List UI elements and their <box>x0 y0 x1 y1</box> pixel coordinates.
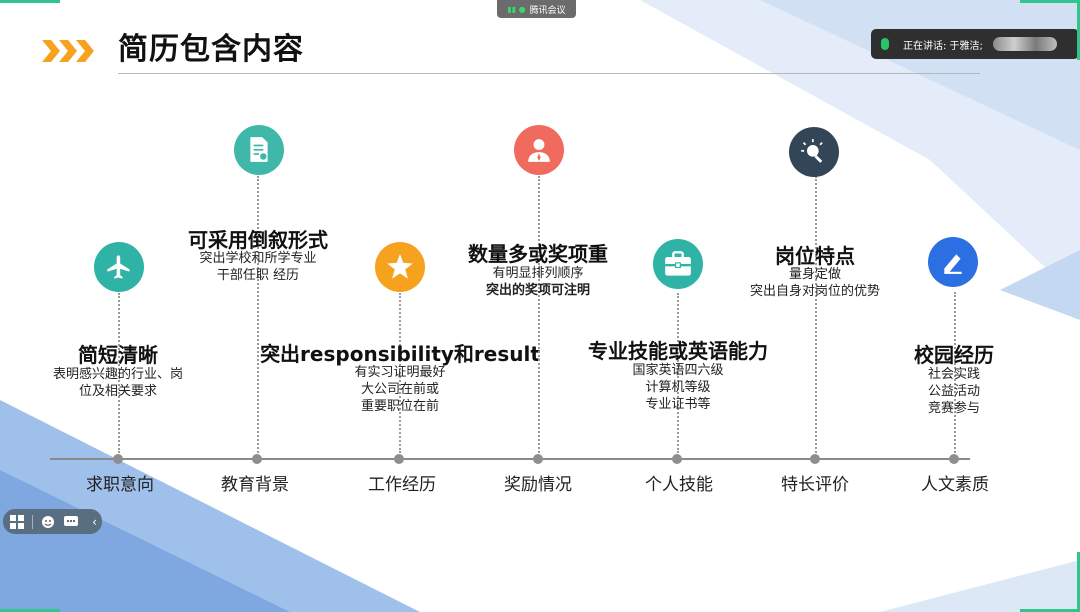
timeline-node <box>533 454 543 464</box>
meeting-toolbar: ‹ <box>3 509 102 534</box>
timeline-category: 人文素质 <box>921 475 989 495</box>
description-line: 重要职位在前 <box>360 399 439 414</box>
timeline-description: 有明显排列顺序 突出的奖项可注明 <box>458 265 618 299</box>
emoji-icon[interactable] <box>41 515 56 529</box>
speaker-indicator: 正在讲话: 于雅洁; <box>871 29 1079 59</box>
timeline-heading: 校园经历 <box>914 343 994 367</box>
timeline-category: 个人技能 <box>645 475 713 495</box>
description-line: 有明显排列顺序 <box>492 266 584 281</box>
timeline-node <box>113 454 123 464</box>
description-line: 突出学校和所学专业 <box>199 251 317 266</box>
lightbulb-search-icon <box>789 127 839 177</box>
timeline-description: 表明感兴趣的行业、岗 位及相关要求 <box>38 366 198 400</box>
timeline-heading: 专业技能或英语能力 <box>588 339 768 363</box>
page-title: 简历包含内容 <box>118 32 304 67</box>
description-line: 干部任职 经历 <box>216 268 300 283</box>
description-line: 计算机等级 <box>645 380 711 395</box>
speaker-text: 正在讲话: 于雅洁; <box>903 40 983 52</box>
connector-line <box>538 176 540 453</box>
timeline-node <box>672 454 682 464</box>
signal-icon: ▮▮ ● <box>507 4 526 14</box>
toolbox-icon <box>653 239 703 289</box>
connector-line <box>257 176 259 453</box>
description-line: 社会实践 <box>927 367 980 382</box>
description-line: 有实习证明最好 <box>354 365 446 380</box>
timeline-node <box>252 454 262 464</box>
person-award-icon <box>514 125 564 175</box>
timeline-heading: 数量多或奖项重 <box>468 242 608 266</box>
timeline-heading: 可采用倒叙形式 <box>188 228 328 252</box>
description-line: 突出自身对岗位的优势 <box>749 284 880 299</box>
description-line: 公益活动 <box>927 384 980 399</box>
microphone-icon <box>881 38 889 50</box>
chat-icon[interactable] <box>64 515 79 529</box>
timeline-node <box>394 454 404 464</box>
description-line: 位及相关要求 <box>78 384 157 399</box>
timeline-description: 有实习证明最好 大公司在前或 重要职位在前 <box>330 364 470 415</box>
certificate-document-icon <box>234 125 284 175</box>
description-line: 专业证书等 <box>645 397 711 412</box>
timeline-axis <box>50 458 970 460</box>
timeline-description: 社会实践 公益活动 竞赛参与 <box>894 366 1014 417</box>
timeline-node <box>949 454 959 464</box>
description-line: 表明感兴趣的行业、岗 <box>52 367 183 382</box>
description-line: 大公司在前或 <box>360 382 439 397</box>
timeline-description: 国家英语四六级 计算机等级 专业证书等 <box>608 362 748 413</box>
collapse-chevron-icon[interactable]: ‹ <box>87 515 102 529</box>
airplane-icon <box>94 242 144 292</box>
slide-background <box>0 0 1080 612</box>
description-line: 国家英语四六级 <box>632 363 724 378</box>
description-line: 竞赛参与 <box>927 401 980 416</box>
chevrons-icon <box>42 40 94 62</box>
timeline-category: 教育背景 <box>221 475 289 495</box>
corner-marker <box>1020 0 1080 3</box>
timeline-heading: 岗位特点 <box>775 244 855 268</box>
grid-view-icon[interactable] <box>9 514 24 529</box>
timeline-heading: 简短清晰 <box>78 343 158 367</box>
toolbar-divider <box>32 514 33 529</box>
timeline-category: 工作经历 <box>368 475 436 495</box>
timeline-category: 奖励情况 <box>504 475 572 495</box>
pen-icon <box>928 237 978 287</box>
timeline-category: 求职意向 <box>86 475 154 495</box>
timeline-category: 特长评价 <box>781 475 849 495</box>
meeting-app-badge[interactable]: ▮▮ ● 腾讯会议 <box>497 0 576 18</box>
timeline-description: 突出学校和所学专业 干部任职 经历 <box>178 250 338 284</box>
description-line-emphasis: 突出的奖项可注明 <box>485 283 590 298</box>
timeline-description: 量身定做 突出自身对岗位的优势 <box>735 266 895 300</box>
meeting-app-name: 腾讯会议 <box>529 5 566 16</box>
connector-line <box>815 176 817 453</box>
corner-marker <box>0 0 60 3</box>
description-line: 量身定做 <box>788 267 841 282</box>
title-divider <box>118 73 980 74</box>
speaker-avatars <box>992 37 1057 51</box>
timeline-heading: 突出responsibility和result <box>260 342 540 366</box>
timeline-node <box>810 454 820 464</box>
star-badge-icon <box>375 242 425 292</box>
